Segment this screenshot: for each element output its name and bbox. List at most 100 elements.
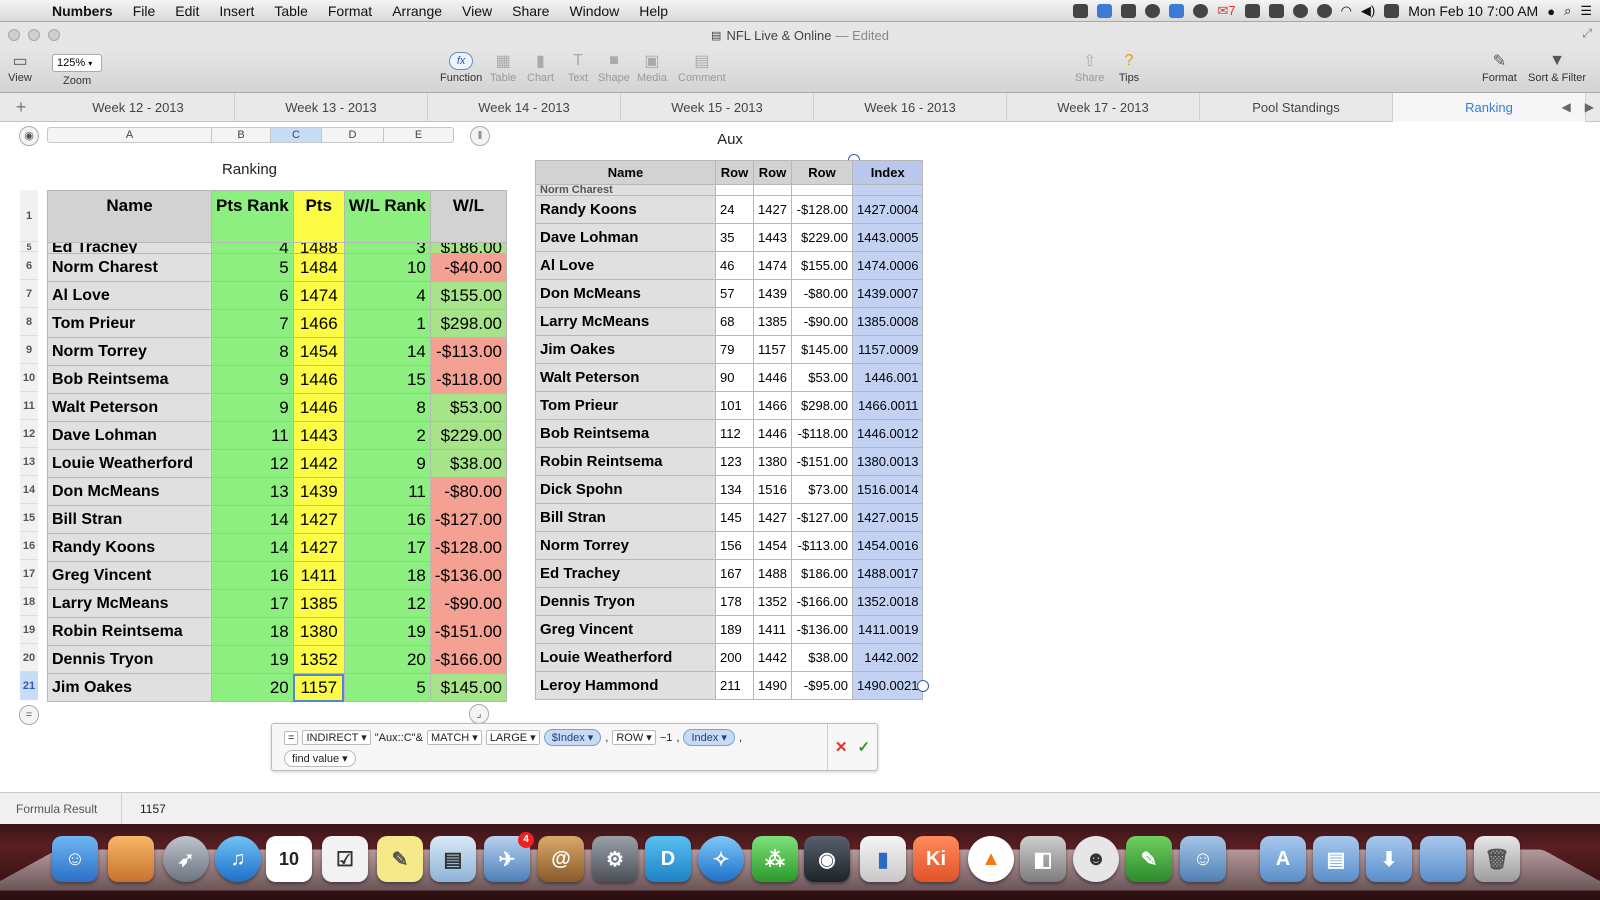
header-name[interactable]: Name xyxy=(47,190,212,243)
wl-cell[interactable]: -$113.00 xyxy=(429,337,508,366)
wl-cell[interactable]: -$118.00 xyxy=(429,365,508,394)
wl-rank-cell[interactable]: 5 xyxy=(343,673,431,702)
table-row[interactable]: Randy Koons 24 1427 -$128.00 1427.0004 xyxy=(535,195,924,224)
table-row[interactable]: Larry McMeans 17 1385 12 -$90.00 xyxy=(47,589,508,618)
table-row[interactable]: Norm Torrey 8 1454 14 -$113.00 xyxy=(47,337,508,366)
wl-rank-cell[interactable]: 17 xyxy=(343,533,431,562)
name-cell[interactable]: Dave Lohman xyxy=(47,421,212,450)
text-button[interactable]: T Text xyxy=(566,50,590,84)
table-row[interactable]: Bob Reintsema 9 1446 15 -$118.00 xyxy=(47,365,508,394)
pts-cell[interactable]: 1352 xyxy=(292,645,345,674)
table-row[interactable]: Bob Reintsema 112 1446 -$118.00 1446.0012 xyxy=(535,419,924,448)
wl-rank-cell[interactable]: 15 xyxy=(343,365,431,394)
table-row[interactable]: Ed Trachey 4 1488 3 $186.00 xyxy=(47,242,508,254)
table-row[interactable]: Tom Prieur 101 1466 $298.00 1466.0011 xyxy=(535,391,924,420)
sort-filter-button[interactable]: ▼ Sort & Filter xyxy=(1528,50,1586,84)
tray-sync-icon[interactable] xyxy=(1145,4,1161,18)
aux-row2-cell[interactable]: 1446 xyxy=(753,419,792,448)
table-row[interactable]: Bill Stran 145 1427 -$127.00 1427.0015 xyxy=(535,503,924,532)
wl-cell[interactable]: -$40.00 xyxy=(429,253,508,282)
wl-cell[interactable]: $186.00 xyxy=(429,242,508,254)
wl-rank-cell[interactable]: 3 xyxy=(343,242,431,254)
pts-rank-cell[interactable]: 9 xyxy=(211,365,294,394)
aux-row3-cell[interactable]: -$113.00 xyxy=(791,531,853,560)
aux-row1-cell[interactable]: 57 xyxy=(715,279,754,308)
wl-rank-cell[interactable]: 19 xyxy=(343,617,431,646)
table-row[interactable]: Randy Koons 14 1427 17 -$128.00 xyxy=(47,533,508,562)
dashcode-icon[interactable]: D xyxy=(645,836,691,882)
aux-row1-cell[interactable]: 189 xyxy=(715,615,754,644)
folder-icon[interactable] xyxy=(1420,836,1466,882)
google-drive-icon[interactable] xyxy=(1097,4,1113,18)
pts-cell[interactable]: 1157 xyxy=(292,673,345,702)
wl-cell[interactable]: -$90.00 xyxy=(429,589,508,618)
wl-cell[interactable]: -$80.00 xyxy=(429,477,508,506)
pts-rank-cell[interactable]: 12 xyxy=(211,449,294,478)
aux-row2-cell[interactable]: 1427 xyxy=(753,195,792,224)
row-number[interactable]: 1 xyxy=(20,190,38,242)
table-row[interactable]: Ed Trachey 167 1488 $186.00 1488.0017 xyxy=(535,559,924,588)
name-cell[interactable]: Larry McMeans xyxy=(47,589,212,618)
aux-row3-cell[interactable]: $186.00 xyxy=(791,559,853,588)
table-row[interactable]: Robin Reintsema 123 1380 -$151.00 1380.0013 xyxy=(535,447,924,476)
aux-name-cell[interactable]: Don McMeans xyxy=(535,279,716,308)
view-button[interactable]: ▭ View xyxy=(8,50,32,84)
aux-row1-cell[interactable]: 145 xyxy=(715,503,754,532)
row-number[interactable]: 14 xyxy=(20,476,38,504)
dropbox-icon[interactable] xyxy=(1169,4,1185,18)
pts-rank-cell[interactable]: 19 xyxy=(211,645,294,674)
minimize-window-button[interactable] xyxy=(28,29,40,41)
table-row[interactable]: Dave Lohman 11 1443 2 $229.00 xyxy=(47,421,508,450)
aux-row2-cell[interactable]: 1442 xyxy=(753,643,792,672)
formula-token-string[interactable]: "Aux::C"& xyxy=(375,732,423,744)
chart-button[interactable]: ▮ Chart xyxy=(527,50,554,84)
wl-rank-cell[interactable]: 12 xyxy=(343,589,431,618)
column-header-a[interactable]: A xyxy=(48,128,212,142)
pts-cell[interactable]: 1446 xyxy=(292,365,345,394)
row-number[interactable]: 15 xyxy=(20,504,38,532)
aux-row1-cell[interactable]: 79 xyxy=(715,335,754,364)
name-cell[interactable]: Jim Oakes xyxy=(47,673,212,702)
aux-name-cell[interactable]: Tom Prieur xyxy=(535,391,716,420)
aux-row2-cell[interactable]: 1490 xyxy=(753,671,792,700)
row-number[interactable]: 9 xyxy=(20,336,38,364)
aux-name-cell[interactable]: Robin Reintsema xyxy=(535,447,716,476)
accept-formula-icon[interactable]: ✓ xyxy=(858,738,871,756)
aux-row2-cell[interactable]: 1380 xyxy=(753,447,792,476)
add-row-icon[interactable]: = xyxy=(19,705,39,725)
aux-index-cell[interactable]: 1385.0008 xyxy=(851,307,924,336)
menu-edit[interactable]: Edit xyxy=(165,3,209,19)
aux-header-row1[interactable]: Row xyxy=(715,160,754,185)
pts-cell[interactable]: 1411 xyxy=(292,561,345,590)
wl-rank-cell[interactable]: 9 xyxy=(343,449,431,478)
aux-partial-cell[interactable] xyxy=(851,184,924,196)
menu-share[interactable]: Share xyxy=(502,3,559,19)
pts-cell[interactable]: 1439 xyxy=(292,477,345,506)
pts-rank-cell[interactable]: 13 xyxy=(211,477,294,506)
kindle-icon[interactable]: Ki xyxy=(913,836,959,882)
pause-icon[interactable]: ‖ xyxy=(470,126,490,146)
aux-index-cell[interactable]: 1380.0013 xyxy=(851,447,924,476)
media-button[interactable]: ▣ Media xyxy=(637,50,667,84)
applications-folder-icon[interactable]: A xyxy=(1260,836,1306,882)
aux-index-cell[interactable]: 1516.0014 xyxy=(851,475,924,504)
finder-icon[interactable]: ☺ xyxy=(52,836,98,882)
pts-cell[interactable]: 1427 xyxy=(292,505,345,534)
menu-help[interactable]: Help xyxy=(629,3,678,19)
aux-row3-cell[interactable]: -$80.00 xyxy=(791,279,853,308)
formula-equals-icon[interactable]: = xyxy=(284,730,299,745)
formula-token-large[interactable]: LARGE ▾ xyxy=(485,730,540,745)
aux-row1-cell[interactable]: 134 xyxy=(715,475,754,504)
aux-row3-cell[interactable]: $145.00 xyxy=(791,335,853,364)
aux-index-cell[interactable]: 1427.0015 xyxy=(851,503,924,532)
tab-ranking[interactable]: Ranking xyxy=(1393,92,1586,122)
aux-row2-cell[interactable]: 1474 xyxy=(753,251,792,280)
tab-pool-standings[interactable]: Pool Standings xyxy=(1200,92,1393,122)
wl-cell[interactable]: $229.00 xyxy=(429,421,508,450)
aux-index-cell[interactable]: 1454.0016 xyxy=(851,531,924,560)
menu-table[interactable]: Table xyxy=(264,3,317,19)
name-cell[interactable]: Al Love xyxy=(47,281,212,310)
wl-rank-cell[interactable]: 8 xyxy=(343,393,431,422)
wl-rank-cell[interactable]: 10 xyxy=(343,253,431,282)
row-number[interactable]: 7 xyxy=(20,280,38,308)
